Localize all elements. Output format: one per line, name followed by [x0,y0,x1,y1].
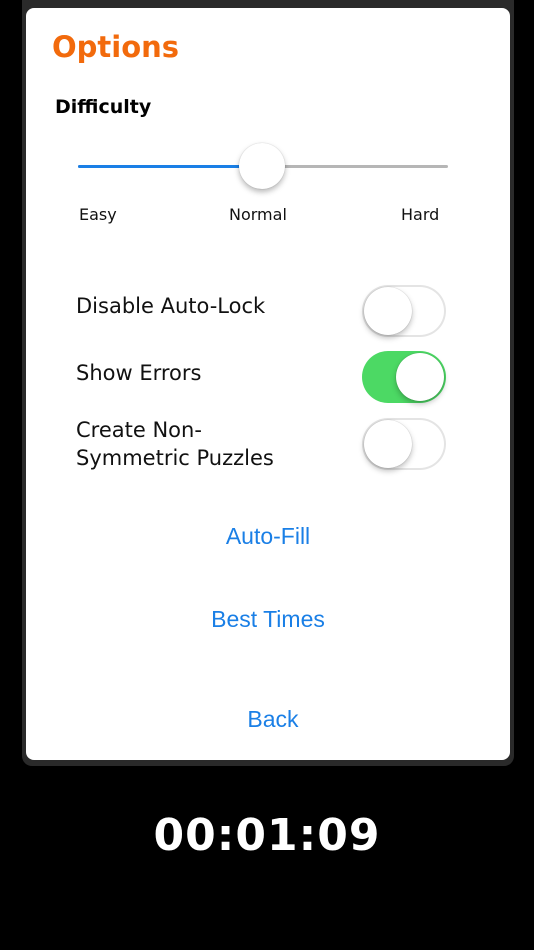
back-button[interactable]: Back [31,706,510,733]
disable-auto-lock-toggle[interactable] [362,285,446,337]
toggle-knob [396,353,444,401]
difficulty-level-normal: Normal [229,205,287,224]
show-errors-toggle[interactable] [362,351,446,403]
non-symmetric-puzzles-toggle[interactable] [362,418,446,470]
toggle-knob [364,420,412,468]
difficulty-label: Difficulty [55,96,152,118]
game-timer: 00:01:09 [153,810,381,861]
page-title: Options [52,30,180,64]
setting-label: Disable Auto-Lock [76,294,266,318]
setting-row-disable-auto-lock: Disable Auto-Lock [76,284,446,340]
setting-label-line1: Create Non- [76,418,202,442]
setting-label: Show Errors [76,361,202,385]
auto-fill-button[interactable]: Auto-Fill [26,523,510,550]
best-times-button[interactable]: Best Times [26,606,510,633]
difficulty-slider[interactable] [78,142,448,190]
slider-fill [78,165,262,168]
slider-thumb[interactable] [239,143,285,189]
difficulty-level-easy: Easy [79,205,117,224]
setting-row-non-symmetric-puzzles: Create Non- Symmetric Puzzles [76,416,446,480]
toggle-knob [364,287,412,335]
difficulty-level-hard: Hard [401,205,440,224]
options-panel: Options Difficulty Easy Normal Hard Disa… [26,8,510,760]
setting-label-line2: Symmetric Puzzles [76,446,274,470]
setting-row-show-errors: Show Errors [76,350,446,406]
